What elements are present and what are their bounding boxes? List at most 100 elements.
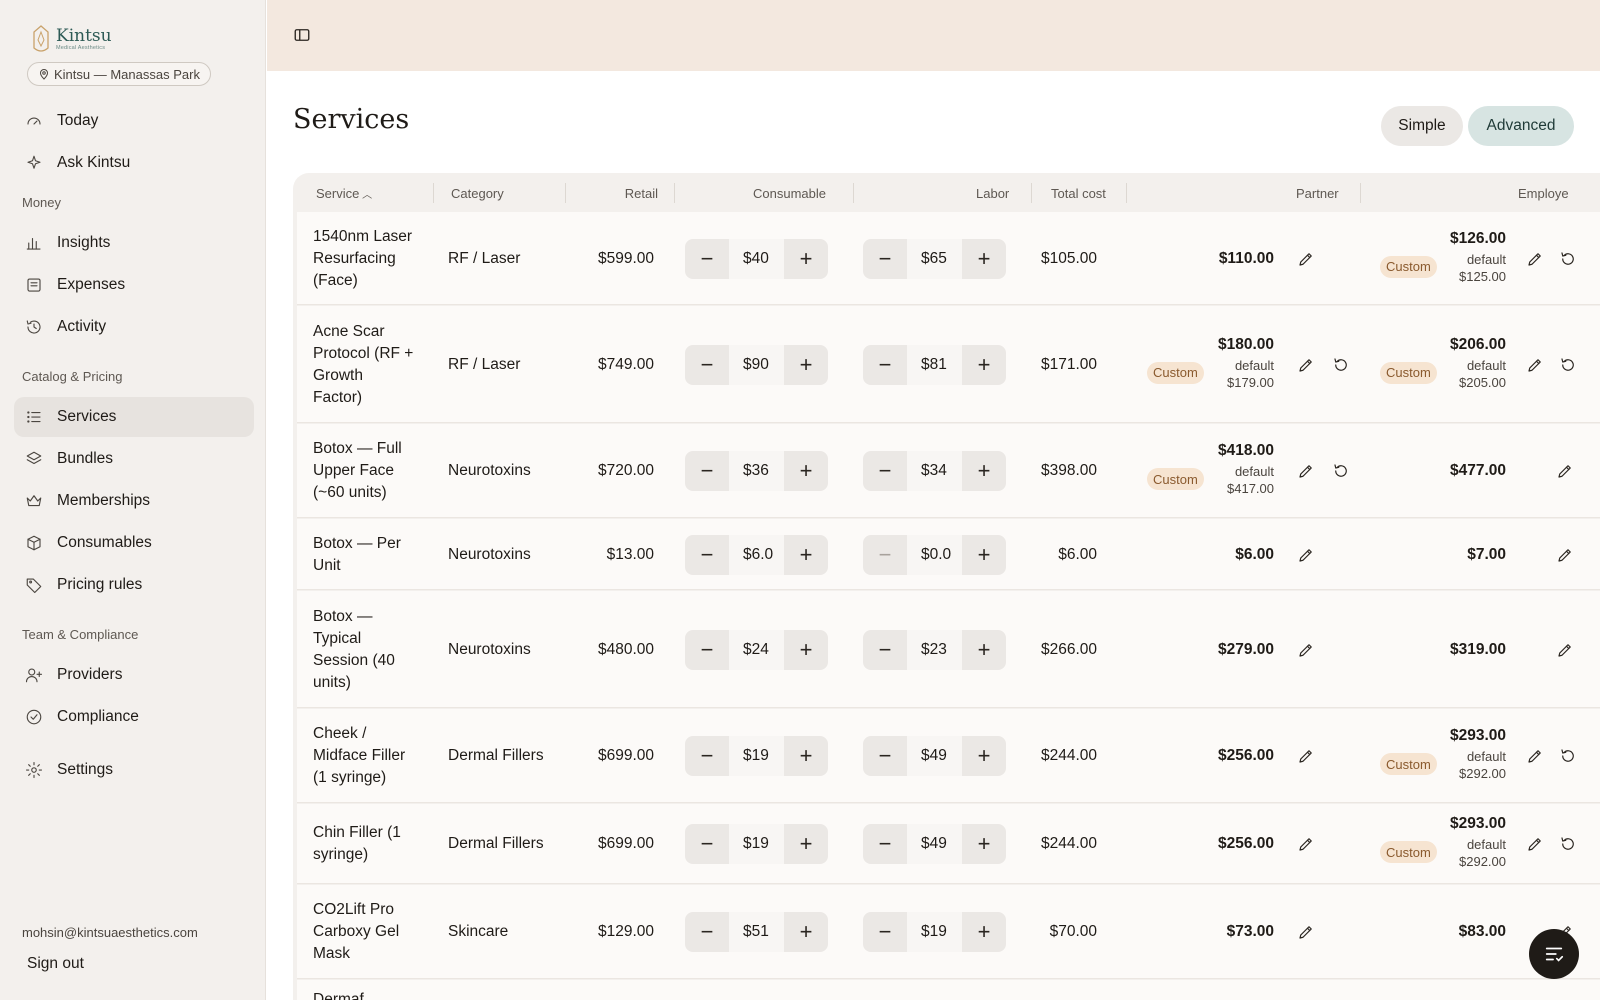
sidebar-item-bundles[interactable]: Bundles <box>14 439 254 479</box>
column-header-partner[interactable]: Partner <box>1296 186 1339 201</box>
edit-partner-price-button[interactable] <box>1297 747 1315 765</box>
column-header-labor[interactable]: Labor <box>976 186 1009 201</box>
labor-value[interactable]: $19 <box>907 912 962 952</box>
table-row[interactable]: Botox — Per Unit Neurotoxins $13.00− $6.0 + − $… <box>297 519 1600 590</box>
consumable-stepper[interactable]: − $19 + <box>685 736 828 776</box>
sidebar-item-services[interactable]: Services <box>14 397 254 437</box>
edit-employee-price-button[interactable] <box>1526 250 1544 268</box>
increment-labor-button[interactable]: + <box>962 345 1006 385</box>
edit-employee-price-button[interactable] <box>1556 641 1574 659</box>
reset-employee-price-button[interactable] <box>1559 747 1577 765</box>
labor-stepper[interactable]: − $23 + <box>863 629 1006 670</box>
column-header-total-cost[interactable]: Total cost <box>1051 186 1106 201</box>
view-toggle-simple[interactable]: Simple <box>1381 106 1463 146</box>
labor-stepper[interactable]: − $81 + <box>863 344 1006 385</box>
labor-value[interactable]: $49 <box>907 824 962 864</box>
edit-employee-price-button[interactable] <box>1526 356 1544 374</box>
decrement-consumable-button[interactable]: − <box>685 451 729 491</box>
column-header-category[interactable]: Category <box>451 186 504 201</box>
table-row[interactable]: Dermaf <box>297 980 1600 1000</box>
decrement-labor-button[interactable]: − <box>863 630 907 670</box>
logo[interactable]: Kintsu Medical Aesthetics <box>30 24 112 54</box>
edit-partner-price-button[interactable] <box>1297 462 1315 480</box>
consumable-stepper[interactable]: − $24 + <box>685 629 828 670</box>
decrement-consumable-button[interactable]: − <box>685 239 729 279</box>
decrement-consumable-button[interactable]: − <box>685 630 729 670</box>
consumable-value[interactable]: $6.0 <box>729 534 784 575</box>
table-row[interactable]: 1540nm Laser Resurfacing (Face) RF / Laser $… <box>297 212 1600 305</box>
decrement-labor-button[interactable]: − <box>863 535 907 575</box>
consumable-stepper[interactable]: − $90 + <box>685 344 828 385</box>
increment-labor-button[interactable]: + <box>962 535 1006 575</box>
sidebar-item-today[interactable]: Today <box>14 101 254 141</box>
labor-stepper[interactable]: − $49 + <box>863 736 1006 776</box>
table-row[interactable]: CO2Lift Pro Carboxy Gel Mask Skincare $129.0… <box>297 885 1600 979</box>
reset-partner-price-button[interactable] <box>1332 356 1350 374</box>
sidebar-item-settings[interactable]: Settings <box>14 750 254 790</box>
decrement-labor-button[interactable]: − <box>863 345 907 385</box>
increment-labor-button[interactable]: + <box>962 239 1006 279</box>
increment-labor-button[interactable]: + <box>962 912 1006 952</box>
labor-value[interactable]: $0.0 <box>907 534 962 575</box>
increment-labor-button[interactable]: + <box>962 630 1006 670</box>
increment-consumable-button[interactable]: + <box>784 630 828 670</box>
increment-labor-button[interactable]: + <box>962 824 1006 864</box>
table-row[interactable]: Botox — Typical Session (40 units) Neurotoxi… <box>297 591 1600 708</box>
edit-employee-price-button[interactable] <box>1526 835 1544 853</box>
decrement-labor-button[interactable]: − <box>863 239 907 279</box>
table-row[interactable]: Acne Scar Protocol (RF + Growth Factor) RF /… <box>297 306 1600 423</box>
labor-value[interactable]: $49 <box>907 736 962 776</box>
decrement-labor-button[interactable]: − <box>863 736 907 776</box>
consumable-value[interactable]: $24 <box>729 629 784 670</box>
increment-consumable-button[interactable]: + <box>784 736 828 776</box>
consumable-stepper[interactable]: − $36 + <box>685 451 828 491</box>
edit-partner-price-button[interactable] <box>1297 923 1315 941</box>
labor-stepper[interactable]: − $0.0 + <box>863 534 1006 575</box>
table-row[interactable]: Cheek / Midface Filler (1 syringe) Dermal F… <box>297 709 1600 803</box>
sidebar-item-memberships[interactable]: Memberships <box>14 481 254 521</box>
increment-consumable-button[interactable]: + <box>784 535 828 575</box>
column-header-retail[interactable]: Retail <box>623 186 658 201</box>
increment-consumable-button[interactable]: + <box>784 451 828 491</box>
sign-out-button[interactable]: Sign out <box>27 955 84 973</box>
increment-consumable-button[interactable]: + <box>784 912 828 952</box>
consumable-value[interactable]: $19 <box>729 824 784 864</box>
edit-partner-price-button[interactable] <box>1297 356 1315 374</box>
column-header-consumable[interactable]: Consumable <box>753 186 826 201</box>
decrement-consumable-button[interactable]: − <box>685 824 729 864</box>
consumable-stepper[interactable]: − $51 + <box>685 912 828 952</box>
sidebar-toggle-icon[interactable] <box>293 26 311 44</box>
view-toggle-advanced[interactable]: Advanced <box>1468 106 1574 146</box>
table-row[interactable]: Botox — Full Upper Face (~60 units) Neuroto… <box>297 424 1600 518</box>
decrement-labor-button[interactable]: − <box>863 451 907 491</box>
reset-employee-price-button[interactable] <box>1559 835 1577 853</box>
edit-employee-price-button[interactable] <box>1556 546 1574 564</box>
edit-partner-price-button[interactable] <box>1297 835 1315 853</box>
increment-consumable-button[interactable]: + <box>784 824 828 864</box>
consumable-stepper[interactable]: − $40 + <box>685 238 828 279</box>
column-header-service[interactable]: Service ︿ <box>316 186 372 201</box>
edit-partner-price-button[interactable] <box>1297 641 1315 659</box>
labor-value[interactable]: $65 <box>907 238 962 279</box>
labor-stepper[interactable]: − $34 + <box>863 451 1006 491</box>
decrement-consumable-button[interactable]: − <box>685 345 729 385</box>
increment-consumable-button[interactable]: + <box>784 239 828 279</box>
sidebar-item-ask-kintsu[interactable]: Ask Kintsu <box>14 143 254 183</box>
table-row[interactable]: Chin Filler (1 syringe) Dermal Fillers $699… <box>297 804 1600 884</box>
labor-stepper[interactable]: − $49 + <box>863 824 1006 864</box>
consumable-value[interactable]: $19 <box>729 736 784 776</box>
reset-partner-price-button[interactable] <box>1332 462 1350 480</box>
consumable-value[interactable]: $51 <box>729 912 784 952</box>
edit-partner-price-button[interactable] <box>1297 546 1315 564</box>
reset-employee-price-button[interactable] <box>1559 250 1577 268</box>
edit-employee-price-button[interactable] <box>1556 462 1574 480</box>
labor-value[interactable]: $23 <box>907 629 962 670</box>
edit-employee-price-button[interactable] <box>1526 747 1544 765</box>
table-settings-button[interactable] <box>1529 929 1579 979</box>
sidebar-item-compliance[interactable]: Compliance <box>14 697 254 737</box>
decrement-labor-button[interactable]: − <box>863 912 907 952</box>
location-selector[interactable]: Kintsu — Manassas Park <box>27 62 211 86</box>
decrement-consumable-button[interactable]: − <box>685 912 729 952</box>
labor-value[interactable]: $81 <box>907 344 962 385</box>
consumable-value[interactable]: $36 <box>729 451 784 491</box>
